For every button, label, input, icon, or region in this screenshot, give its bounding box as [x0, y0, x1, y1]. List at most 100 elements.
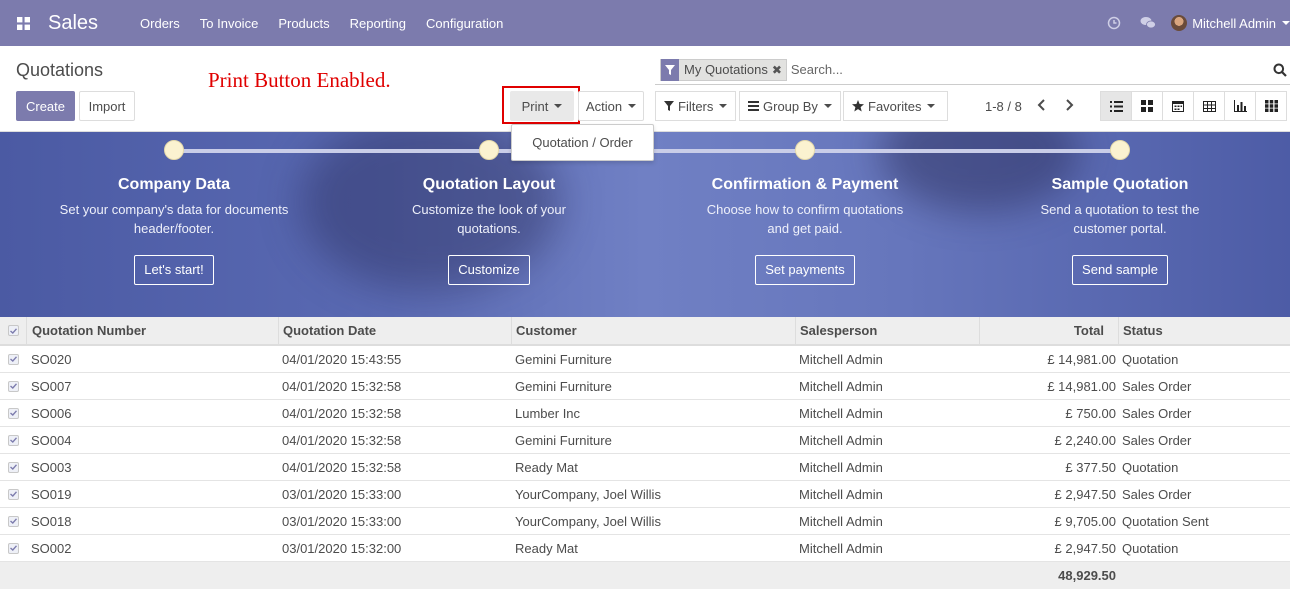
cell-number: SO020: [31, 351, 72, 367]
cell-customer: Ready Mat: [515, 540, 578, 556]
menu-orders[interactable]: Orders: [140, 16, 180, 31]
print-menu-item-quotation-order[interactable]: Quotation / Order: [511, 124, 654, 161]
graph-view-icon[interactable]: [1224, 91, 1256, 121]
action-button[interactable]: Action: [578, 91, 644, 121]
step-confirmation-payment: Confirmation & Payment Choose how to con…: [675, 176, 935, 285]
row-checkbox[interactable]: [0, 427, 26, 453]
cell-status: Quotation Sent: [1122, 513, 1209, 529]
row-checkbox[interactable]: [0, 373, 26, 399]
table-row[interactable]: SO007 04/01/2020 15:32:58 Gemini Furniture…: [0, 373, 1290, 400]
table-row[interactable]: SO003 04/01/2020 15:32:58 Ready Mat Mitchel…: [0, 454, 1290, 481]
menu-configuration[interactable]: Configuration: [426, 16, 503, 31]
chevron-right-icon[interactable]: [1064, 98, 1074, 114]
table-row[interactable]: SO020 04/01/2020 15:43:55 Gemini Furniture…: [0, 346, 1290, 373]
table-footer: 48,929.50: [0, 562, 1290, 589]
step-title: Confirmation & Payment: [711, 176, 899, 193]
group-by-label: Group By: [763, 98, 818, 114]
favorites-button[interactable]: Favorites: [843, 91, 948, 121]
annotation-text: Print Button Enabled.: [208, 68, 391, 92]
cell-total: £ 377.50: [1065, 459, 1116, 475]
page-title: Quotations: [16, 60, 104, 80]
top-navbar: Sales Orders To Invoice Products Reporti…: [0, 0, 1290, 46]
table-row[interactable]: SO018 03/01/2020 15:33:00 YourCompany, Joe…: [0, 508, 1290, 535]
chevron-down-icon: [628, 104, 637, 108]
column-header-date[interactable]: Quotation Date: [278, 317, 511, 344]
lets-start-button[interactable]: Let's start!: [134, 255, 214, 285]
menu-to-invoice[interactable]: To Invoice: [200, 16, 259, 31]
import-button[interactable]: Import: [79, 91, 135, 121]
row-checkbox[interactable]: [0, 535, 26, 561]
cell-number: SO019: [31, 486, 72, 502]
group-by-button[interactable]: Group By: [739, 91, 841, 121]
send-sample-button[interactable]: Send sample: [1072, 255, 1168, 285]
column-header-number[interactable]: Quotation Number: [26, 317, 278, 344]
customize-button[interactable]: Customize: [448, 255, 530, 285]
avatar: [1171, 15, 1188, 31]
search-icon[interactable]: [1273, 63, 1287, 80]
step-sample-quotation: Sample Quotation Send a quotation to tes…: [990, 176, 1250, 285]
cell-customer: YourCompany, Joel Willis: [515, 513, 661, 529]
apps-icon[interactable]: [0, 0, 46, 46]
search-input[interactable]: Search...: [791, 62, 843, 77]
set-payments-button[interactable]: Set payments: [755, 255, 855, 285]
filter-icon: [664, 101, 674, 111]
column-header-salesperson[interactable]: Salesperson: [795, 317, 979, 344]
create-button[interactable]: Create: [16, 91, 75, 121]
column-header-customer[interactable]: Customer: [511, 317, 795, 344]
cell-status: Quotation: [1122, 459, 1179, 475]
pivot-view-icon[interactable]: [1193, 91, 1225, 121]
filters-button[interactable]: Filters: [655, 91, 737, 121]
chat-icon[interactable]: [1131, 16, 1165, 30]
action-label: Action: [585, 98, 623, 114]
step-dot: [479, 140, 499, 160]
step-description: Set your company's data for documents he…: [59, 202, 289, 236]
facet-label: My Quotations: [684, 62, 768, 77]
grid-view-icon[interactable]: [1255, 91, 1287, 121]
kanban-view-icon[interactable]: [1131, 91, 1163, 121]
print-button[interactable]: Print: [510, 91, 574, 121]
user-name: Mitchell Admin: [1192, 15, 1276, 31]
select-all-checkbox[interactable]: [0, 317, 26, 344]
pager-value[interactable]: 1-8 / 8: [985, 99, 1022, 114]
list-view-icon[interactable]: [1100, 91, 1132, 121]
table-row[interactable]: SO002 03/01/2020 15:32:00 Ready Mat Mitchel…: [0, 535, 1290, 562]
step-company-data: Company Data Set your company's data for…: [44, 176, 304, 285]
table-row[interactable]: SO006 04/01/2020 15:32:58 Lumber Inc Mitche…: [0, 400, 1290, 427]
cell-date: 04/01/2020 15:32:58: [282, 432, 402, 448]
menu-reporting[interactable]: Reporting: [350, 16, 406, 31]
search-facet: My Quotations ✖: [660, 58, 787, 81]
row-checkbox[interactable]: [0, 481, 26, 507]
row-checkbox[interactable]: [0, 508, 26, 534]
close-icon[interactable]: ✖: [772, 63, 786, 77]
cell-customer: Gemini Furniture: [515, 378, 612, 394]
row-checkbox[interactable]: [0, 400, 26, 426]
row-checkbox[interactable]: [0, 454, 26, 480]
cell-total: £ 2,947.50: [1054, 486, 1116, 502]
step-description: Send a quotation to test the customer po…: [1040, 202, 1200, 236]
row-checkbox[interactable]: [0, 346, 26, 372]
cell-salesperson: Mitchell Admin: [799, 351, 883, 367]
print-label: Print: [521, 98, 549, 114]
app-brand[interactable]: Sales: [48, 12, 98, 35]
cell-date: 04/01/2020 15:32:58: [282, 459, 402, 475]
cell-date: 03/01/2020 15:33:00: [282, 513, 402, 529]
cell-number: SO007: [31, 378, 72, 394]
calendar-view-icon[interactable]: [1162, 91, 1194, 121]
cell-total: £ 9,705.00: [1054, 513, 1116, 529]
chevron-down-icon: [927, 104, 936, 108]
table-row[interactable]: SO019 03/01/2020 15:33:00 YourCompany, Joe…: [0, 481, 1290, 508]
clock-icon[interactable]: [1097, 16, 1131, 30]
cell-customer: Gemini Furniture: [515, 432, 612, 448]
column-header-total[interactable]: Total: [979, 317, 1118, 344]
column-header-status[interactable]: Status: [1118, 317, 1290, 344]
footer-total: 48,929.50: [1058, 568, 1116, 583]
cell-total: £ 14,981.00: [1047, 378, 1116, 394]
user-menu[interactable]: Mitchell Admin: [1171, 15, 1290, 31]
chevron-left-icon[interactable]: [1037, 98, 1047, 114]
menu-products[interactable]: Products: [278, 16, 329, 31]
table-row[interactable]: SO004 04/01/2020 15:32:58 Gemini Furniture…: [0, 427, 1290, 454]
cell-customer: YourCompany, Joel Willis: [515, 486, 661, 502]
cell-number: SO018: [31, 513, 72, 529]
chevron-down-icon: [1282, 21, 1290, 25]
cell-customer: Ready Mat: [515, 459, 578, 475]
